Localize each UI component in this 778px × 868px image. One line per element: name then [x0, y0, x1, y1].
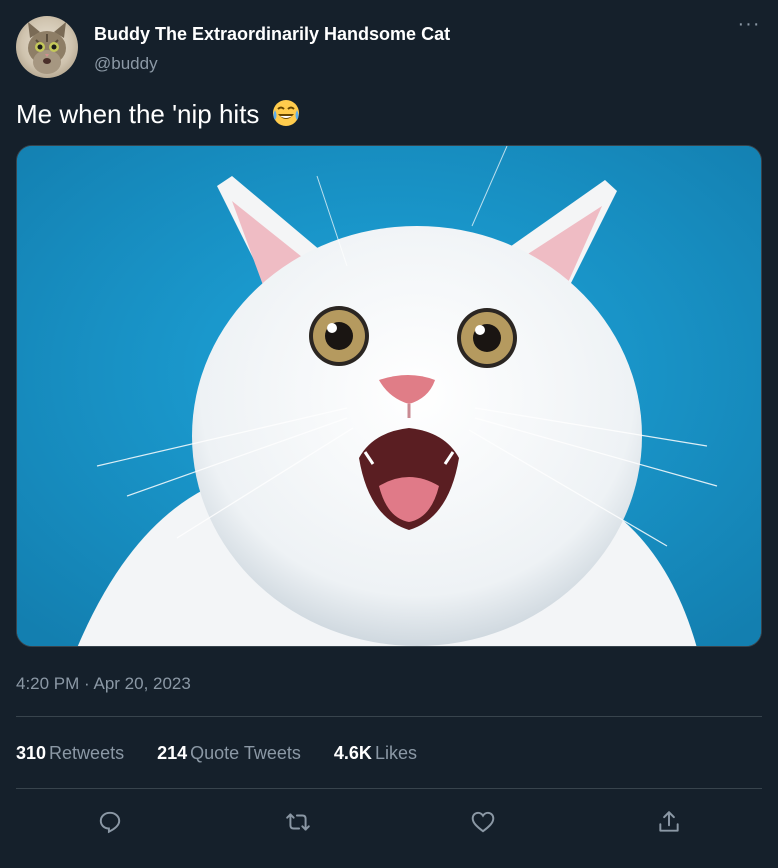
retweet-icon[interactable] — [276, 800, 320, 844]
likes-count: 4.6K — [333, 743, 372, 763]
quote-tweets-label: Quote Tweets — [190, 743, 301, 763]
tweet-text: Me when the 'nip hits — [16, 98, 301, 135]
avatar[interactable] — [16, 16, 78, 78]
like-icon[interactable] — [461, 800, 505, 844]
tweet-actions — [16, 800, 762, 844]
tweet-header: Buddy The Extraordinarily Handsome Cat @… — [16, 14, 762, 78]
retweets-stat[interactable]: 310 Retweets — [16, 743, 124, 764]
quote-tweets-count: 214 — [157, 743, 188, 763]
retweets-count: 310 — [16, 743, 47, 763]
user-handle[interactable]: @buddy — [94, 54, 158, 74]
tweet-media[interactable] — [16, 145, 762, 647]
likes-label: Likes — [374, 743, 417, 763]
cat-avatar-icon — [28, 22, 66, 74]
display-name[interactable]: Buddy The Extraordinarily Handsome Cat — [94, 24, 450, 45]
likes-stat[interactable]: 4.6K Likes — [334, 743, 417, 764]
tweet-timestamp[interactable]: 4:20 PM · Apr 20, 2023 — [16, 674, 191, 694]
share-icon[interactable] — [647, 800, 691, 844]
cat-photo — [17, 146, 761, 646]
quote-tweets-stat[interactable]: 214 Quote Tweets — [157, 743, 301, 764]
tweet-stats: 310 Retweets 214 Quote Tweets 4.6K Likes — [16, 743, 445, 764]
more-options-icon[interactable]: ··· — [736, 14, 762, 34]
divider — [16, 788, 762, 789]
tweet-body: Me when the 'nip hits — [16, 99, 260, 129]
face-with-tears-of-joy-icon — [271, 98, 301, 135]
divider — [16, 716, 762, 717]
reply-icon[interactable] — [88, 800, 132, 844]
retweets-label: Retweets — [49, 743, 125, 763]
